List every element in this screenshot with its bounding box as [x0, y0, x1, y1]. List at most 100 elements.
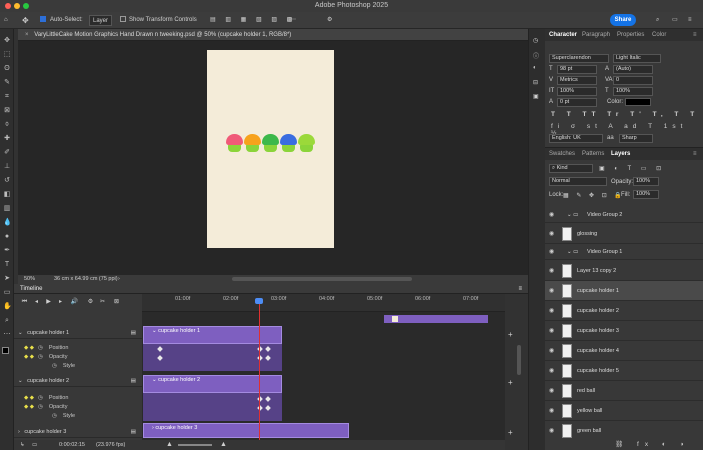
add-media-icon[interactable]: + — [508, 428, 513, 437]
auto-select-checkbox[interactable] — [40, 15, 48, 26]
gear-icon[interactable]: ⚙ — [327, 15, 332, 26]
more-tools-icon[interactable]: ⋯ — [3, 331, 11, 339]
move-tool-icon[interactable]: ✥ — [3, 37, 11, 45]
tab-color[interactable]: Color — [652, 29, 666, 41]
visibility-eye-icon[interactable]: ◉ — [549, 261, 554, 281]
split-icon[interactable]: ✂ — [98, 298, 107, 307]
foreground-color-swatch[interactable] — [2, 347, 9, 354]
eraser-tool-icon[interactable]: ◧ — [3, 191, 11, 199]
audio-icon[interactable]: 🔊 — [70, 298, 79, 307]
clip-cupcake-holder-1[interactable]: ⌄ cupcake holder 1 — [143, 326, 282, 344]
minimize-window-button[interactable] — [14, 3, 20, 9]
auto-select-target-dropdown[interactable]: Layer — [89, 15, 113, 26]
history-icon[interactable]: ◷ — [533, 37, 538, 44]
timeline-vertical-scrollbar[interactable] — [517, 345, 521, 375]
stamp-tool-icon[interactable]: ⊥ — [3, 163, 11, 171]
pen-tool-icon[interactable]: ✒ — [3, 247, 11, 255]
font-family-select[interactable]: Superclarendon — [549, 54, 609, 63]
layer-row[interactable]: ◉ glossing — [545, 224, 703, 244]
play-icon[interactable]: ▶ — [44, 298, 53, 307]
track-header-cupcake-holder-1[interactable]: ⌄ cupcake holder 1 ▤ — [14, 327, 142, 339]
visibility-eye-icon[interactable]: ◉ — [549, 301, 554, 321]
leading-field[interactable]: (Auto) — [613, 65, 653, 74]
prev-frame-icon[interactable]: ◂ — [32, 298, 41, 307]
shape-tool-icon[interactable]: ▭ — [3, 289, 11, 297]
visibility-eye-icon[interactable]: ◉ — [549, 224, 554, 244]
font-style-select[interactable]: Light Italic — [613, 54, 661, 63]
track-menu-icon[interactable]: ▤ — [131, 375, 136, 387]
visibility-eye-icon[interactable]: ◉ — [549, 341, 554, 361]
add-media-icon[interactable]: + — [508, 330, 513, 339]
tab-layers[interactable]: Layers — [611, 148, 630, 160]
zoom-level[interactable]: 50% — [24, 275, 35, 284]
folder-icon[interactable]: ⌄ ▭ — [567, 244, 578, 260]
zoom-in-icon[interactable]: ▲ — [220, 440, 227, 450]
layer-row[interactable]: ◉ Layer 13 copy 2 — [545, 261, 703, 281]
lasso-tool-icon[interactable]: ʘ — [3, 65, 11, 73]
folder-icon[interactable]: ⌄ ▭ — [567, 207, 578, 223]
menu-icon[interactable]: ≡ — [688, 15, 692, 26]
visibility-eye-icon[interactable]: ◉ — [549, 207, 554, 223]
libraries-icon[interactable]: ▣ — [533, 93, 539, 100]
align-icons[interactable]: ▤ ▥ ▦ ▧ ▨ ▩ — [210, 15, 296, 26]
baseline-shift-field[interactable]: 0 pt — [557, 98, 597, 107]
canvas-horizontal-scrollbar[interactable] — [232, 277, 412, 281]
visibility-eye-icon[interactable]: ◉ — [549, 244, 554, 260]
share-button[interactable]: Share — [610, 14, 636, 26]
prop-row-opacity[interactable]: ◆ ◆ ◷ Opacity — [14, 353, 142, 362]
filter-icons[interactable]: ▣ ◐ T ▭ ⊡ — [599, 165, 665, 172]
transition-icon[interactable]: ⊠ — [112, 298, 121, 307]
type-style-buttons[interactable]: T T TT Tr T' T, T T — [551, 111, 699, 118]
clip-cupcake-holder-2[interactable]: ⌄ cupcake holder 2 — [143, 375, 282, 393]
lock-icons[interactable]: ▦ ✎ ✥ ⊡ 🔒 — [563, 192, 625, 199]
tab-swatches[interactable]: Swatches — [549, 148, 575, 160]
crop-tool-icon[interactable]: ⌗ — [3, 93, 11, 101]
gradient-tool-icon[interactable]: ▥ — [3, 205, 11, 213]
timeline-tracks[interactable]: ⌄ cupcake holder 1 ⌄ cupcake holder 2 › … — [142, 312, 505, 440]
layer-row[interactable]: ◉ green ball — [545, 421, 703, 439]
expand-chevron-icon[interactable]: › — [18, 429, 20, 435]
language-select[interactable]: English: UK — [549, 134, 603, 143]
current-time[interactable]: 0:00:02:15 — [59, 440, 85, 450]
render-icon[interactable]: ↳ — [20, 440, 25, 450]
document-tab[interactable]: × VaryLittleCake Motion Graphics Hand Dr… — [18, 29, 528, 41]
layers-footer[interactable]: ⛓ fx ◐ ◑ ▭ + 🗑 — [545, 439, 703, 450]
video-group-bar[interactable] — [384, 315, 488, 323]
blend-mode-select[interactable]: Normal — [549, 177, 607, 186]
kerning-field[interactable]: Metrics — [557, 76, 597, 85]
track-menu-icon[interactable]: ▤ — [131, 327, 136, 339]
info-icon[interactable]: ⓘ — [533, 51, 539, 60]
prop-row-style[interactable]: ◷ Style — [14, 362, 142, 371]
opacity-field[interactable]: 100% — [633, 177, 659, 186]
add-media-icon[interactable]: + — [508, 378, 513, 387]
layer-group-row[interactable]: ◉ ⌄ ▭ Video Group 2 — [545, 207, 703, 223]
distribute-icon[interactable]: ⋯ — [290, 15, 296, 26]
layer-row[interactable]: ◉ red ball — [545, 381, 703, 401]
zoom-window-button[interactable] — [23, 3, 29, 9]
home-icon[interactable]: ⌂ — [4, 15, 8, 26]
prop-row-opacity-2[interactable]: ◆ ◆ ◷ Opacity — [14, 403, 142, 412]
layer-row[interactable]: ◉ cupcake holder 1 — [545, 281, 703, 301]
horizontal-scale-field[interactable]: 100% — [613, 87, 653, 96]
frame-tool-icon[interactable]: ⊠ — [3, 107, 11, 115]
zoom-out-icon[interactable]: ▲ — [166, 440, 173, 450]
type-tool-icon[interactable]: T — [3, 261, 11, 269]
track-header-cupcake-holder-3[interactable]: › cupcake holder 3 ▤ — [14, 426, 142, 438]
eyedropper-tool-icon[interactable]: ⌽ — [3, 121, 11, 129]
clip-cupcake-holder-3[interactable]: › cupcake holder 3 — [143, 423, 349, 438]
timeline-zoom-slider[interactable] — [178, 444, 212, 446]
layer-group-row[interactable]: ◉ ⌄ ▭ Video Group 1 — [545, 244, 703, 260]
settings-icon[interactable]: ⚙ — [86, 298, 95, 307]
path-select-tool-icon[interactable]: ➤ — [3, 275, 11, 283]
history-brush-icon[interactable]: ↺ — [3, 177, 11, 185]
hand-tool-icon[interactable]: ✋ — [3, 303, 12, 311]
layer-row[interactable]: ◉ yellow ball — [545, 401, 703, 421]
adjust-icon[interactable]: ◐ — [533, 65, 537, 71]
expand-chevron-icon[interactable]: ⌄ — [18, 330, 23, 336]
text-color-swatch[interactable] — [625, 98, 651, 106]
transform-controls-checkbox[interactable] — [120, 15, 128, 26]
fill-field[interactable]: 100% — [633, 190, 659, 199]
layer-row[interactable]: ◉ cupcake holder 2 — [545, 301, 703, 321]
visibility-eye-icon[interactable]: ◉ — [549, 361, 554, 381]
properties-icon[interactable]: ⊟ — [533, 79, 538, 86]
